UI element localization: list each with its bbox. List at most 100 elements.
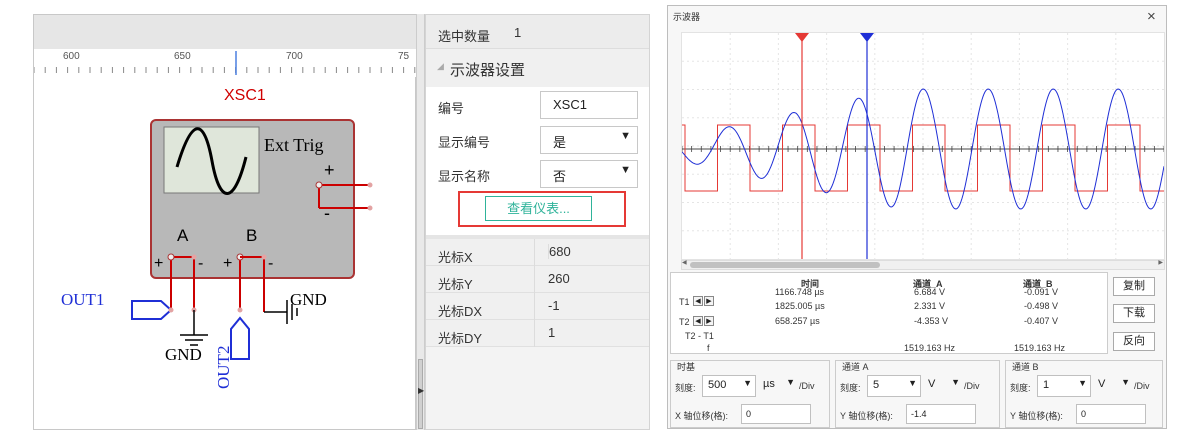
prop-label: 光标X xyxy=(438,250,473,265)
chevron-down-icon: ▼ xyxy=(620,164,631,176)
canvas-toolbar-area xyxy=(34,15,417,49)
section-header[interactable]: ◢ 示波器设置 xyxy=(426,49,649,87)
prop-row-show-id: 显示编号 是 ▼ xyxy=(426,123,649,157)
ch-b-y-offset-input[interactable]: 0 xyxy=(1076,404,1146,424)
x-offset-input[interactable]: 0 xyxy=(741,404,811,424)
freq-ch-b: 1519.163 Hz xyxy=(1014,343,1066,353)
show-id-select[interactable]: 是 ▼ xyxy=(540,126,638,154)
t1-left-icon[interactable]: ◀ xyxy=(693,296,703,306)
t1-ch-a: 6.684 V xyxy=(914,287,946,297)
timebase-scale-select[interactable]: 500 ▼ xyxy=(702,375,756,397)
window-title: 示波器 xyxy=(673,12,701,22)
ch-a-y-offset-label: Y 轴位移(格): xyxy=(840,411,893,421)
cursor-t2-marker xyxy=(860,33,874,42)
ch-b-scale-select[interactable]: 1 ▼ xyxy=(1037,375,1091,397)
measurement-table: 时间 通道_A 通道_B T1 ◀ ▶ 1166.748 µs 6.684 V … xyxy=(670,272,1108,354)
collapse-triangle-icon[interactable]: ◢ xyxy=(437,61,444,72)
ext-trig-plus: + xyxy=(324,160,335,180)
prop-label: 光标Y xyxy=(438,277,473,292)
schematic-canvas[interactable]: 600 650 700 75 XSC1 Ext Trig + - A B + -… xyxy=(33,14,417,430)
scroll-left-icon[interactable]: ◀ xyxy=(682,259,687,266)
timebase-title: 时基 xyxy=(677,362,696,372)
ruler-tick-label: 700 xyxy=(286,51,303,62)
channel-b-plus: + xyxy=(223,255,233,272)
t2-ch-a: 2.331 V xyxy=(914,301,946,311)
t1-time: 1166.748 µs xyxy=(775,287,825,297)
ch-b-unit-select[interactable]: V ▼ xyxy=(1093,375,1133,397)
copy-button[interactable]: 复制 xyxy=(1113,277,1155,296)
cursor-row: 光标Y 260 xyxy=(426,266,649,293)
ch-a-per-div: /Div xyxy=(964,381,980,391)
section-title: 示波器设置 xyxy=(450,62,526,79)
ch-a-unit-select[interactable]: V ▼ xyxy=(923,375,963,397)
selected-count-row: 选中数量 1 xyxy=(426,15,649,49)
t1-ch-b: -0.091 V xyxy=(1024,287,1059,297)
chevron-down-icon: ▼ xyxy=(743,378,752,388)
cursor-dy-value: 1 xyxy=(548,325,556,340)
timebase-group: 时基 刻度: 500 ▼ µs ▼ /Div X 轴位移(格): 0 xyxy=(670,360,830,428)
view-instrument-button[interactable]: 查看仪表... xyxy=(485,196,592,221)
chevron-down-icon: ▼ xyxy=(620,130,631,142)
chevron-down-icon: ▼ xyxy=(1078,378,1087,388)
show-name-select[interactable]: 否 ▼ xyxy=(540,160,638,188)
t2-left-icon[interactable]: ◀ xyxy=(693,316,703,326)
download-button[interactable]: 下载 xyxy=(1113,304,1155,323)
channel-a-label: A xyxy=(177,226,189,245)
channel-a-title: 通道 A xyxy=(842,362,869,372)
timebase-unit-select[interactable]: µs ▼ xyxy=(758,375,798,397)
oscilloscope-window: 示波器 × ◀ ▶ 时间 通道_A 通道_B T1 ◀ ▶ 1166.748 µ… xyxy=(667,5,1167,429)
cursor-row: 光标DX -1 xyxy=(426,293,649,320)
ch-a-y-offset-input[interactable]: -1.4 xyxy=(906,404,976,424)
x-offset-label: X 轴位移(格): xyxy=(675,411,728,421)
channel-b-minus: - xyxy=(268,255,274,272)
horizontal-scrollbar[interactable]: ◀ ▶ xyxy=(681,260,1165,270)
dt-label: T2 - T1 xyxy=(685,331,714,341)
channel-b-group: 通道 B 刻度: 1 ▼ V ▼ /Div Y 轴位移(格): 0 xyxy=(1005,360,1163,428)
t2-right-icon[interactable]: ▶ xyxy=(704,316,714,326)
collapse-arrow-icon[interactable]: ▶ xyxy=(418,386,424,395)
cursor-row: 光标X 680 xyxy=(426,239,649,266)
scrollbar-thumb[interactable] xyxy=(690,262,880,268)
close-icon[interactable]: × xyxy=(1147,8,1156,25)
prop-row-show-name: 显示名称 否 ▼ xyxy=(426,157,649,191)
ruler-tick-label: 75 xyxy=(398,51,410,62)
t2-time: 1825.005 µs xyxy=(775,301,825,311)
ext-trig-minus: - xyxy=(324,203,330,223)
cursor-t1-marker xyxy=(795,33,809,42)
ch-b-per-div: /Div xyxy=(1134,381,1150,391)
cursor-row: 光标DY 1 xyxy=(426,320,649,347)
chevron-down-icon: ▼ xyxy=(951,377,960,387)
prop-label: 显示名称 xyxy=(438,169,491,184)
prop-label: 光标DX xyxy=(438,304,483,319)
panel-splitter[interactable]: ▶ xyxy=(416,14,425,430)
t1-right-icon[interactable]: ▶ xyxy=(704,296,714,306)
properties-panel: 选中数量 1 ◢ 示波器设置 编号 XSC1 显示编号 是 ▼ 显示名称 否 ▼ 查… xyxy=(425,14,650,430)
net-label-gnd: GND xyxy=(165,345,202,364)
ch-b-scale-label: 刻度: xyxy=(1010,383,1031,393)
ruler-tick-label: 600 xyxy=(63,51,80,62)
id-input[interactable]: XSC1 xyxy=(540,91,638,119)
reverse-button[interactable]: 反向 xyxy=(1113,332,1155,351)
dt-ch-b: -0.407 V xyxy=(1024,316,1059,326)
channel-a-minus: - xyxy=(198,255,204,272)
channel-b-title: 通道 B xyxy=(1012,362,1039,372)
ext-trig-label: Ext Trig xyxy=(264,135,324,155)
scroll-right-icon[interactable]: ▶ xyxy=(1158,259,1163,266)
prop-label: 光标DY xyxy=(438,331,483,346)
t2-label: T2 xyxy=(679,317,690,327)
timebase-per-div: /Div xyxy=(799,381,815,391)
timebase-scale-label: 刻度: xyxy=(675,383,696,393)
horizontal-ruler: 600 650 700 75 xyxy=(34,49,417,77)
t1-label: T1 xyxy=(679,297,690,307)
channel-a-plus: + xyxy=(154,255,164,272)
prop-label: 编号 xyxy=(438,101,465,116)
ch-a-scale-select[interactable]: 5 ▼ xyxy=(867,375,921,397)
prop-row-id: 编号 XSC1 xyxy=(426,89,649,123)
scope-display[interactable] xyxy=(681,32,1165,260)
component-ref-label: XSC1 xyxy=(224,87,266,104)
channel-a-group: 通道 A 刻度: 5 ▼ V ▼ /Div Y 轴位移(格): -1.4 xyxy=(835,360,1000,428)
freq-label: f xyxy=(707,343,710,353)
ruler-tick-label: 650 xyxy=(174,51,191,62)
cursor-x-value: 680 xyxy=(548,244,571,259)
t2-ch-b: -0.498 V xyxy=(1024,301,1059,311)
